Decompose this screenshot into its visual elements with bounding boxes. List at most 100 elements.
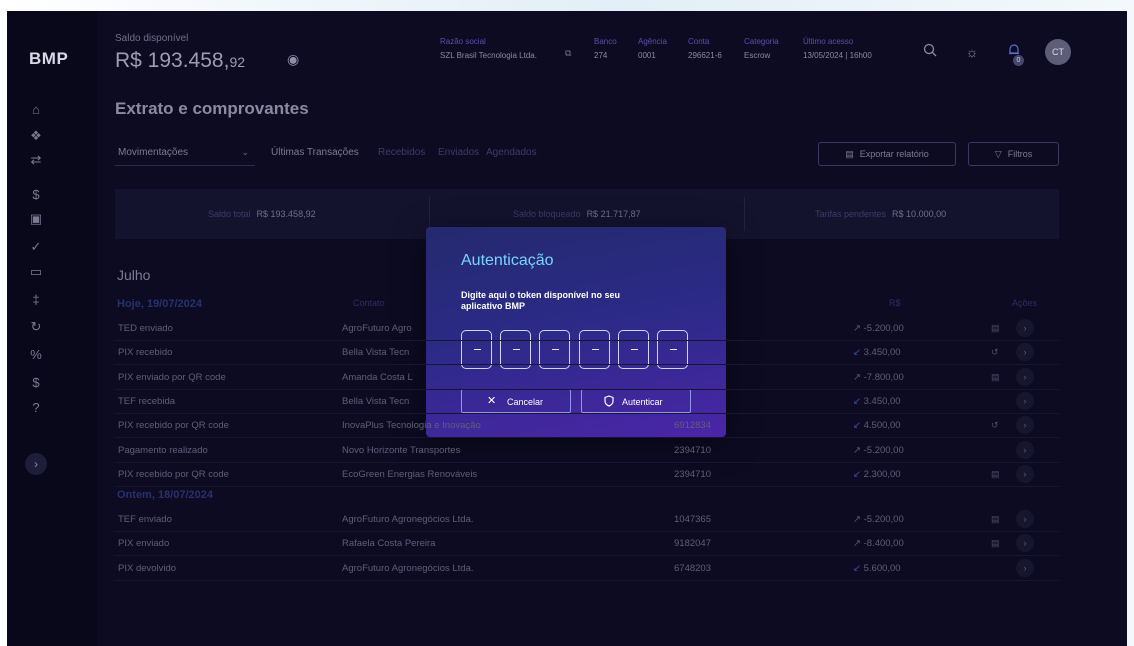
agency-value: 0001 [638, 51, 656, 60]
check-circle-icon[interactable]: ✓ [28, 239, 44, 255]
transaction-value: ↗ -8.400,00 [853, 538, 904, 549]
transaction-value: ↙ 3.450,00 [853, 396, 901, 407]
transaction-amount: 4.500,00 [863, 420, 901, 432]
tab-enviados[interactable]: Enviados [438, 147, 479, 158]
app-window: BMP ⌂ ❖ ⇄ $ ▣ ✓ ▭ ‡ ↻ % $ ? › Saldo disp… [7, 11, 1127, 646]
pending-fees: Tarifas pendentes R$ 10.000,00 [815, 209, 946, 219]
chevron-right-icon[interactable]: › [1016, 558, 1034, 577]
last-access-label: Último acesso [803, 37, 854, 46]
balance-cents: 92 [229, 54, 246, 70]
transaction-value: ↗ -7.800,00 [853, 372, 904, 383]
chevron-right-icon[interactable]: › [1016, 367, 1034, 386]
search-icon[interactable] [919, 41, 941, 63]
tab-agendados[interactable]: Agendados [486, 147, 537, 158]
percent-icon[interactable]: % [28, 347, 44, 363]
help-icon[interactable]: ? [28, 400, 44, 416]
transaction-description: TEF recebida [118, 395, 176, 407]
category-label: Categoria [744, 37, 779, 46]
chevron-right-icon[interactable]: › [1016, 319, 1034, 337]
receipt-icon[interactable]: ▤ [991, 469, 1000, 480]
sliders-icon[interactable]: ‡ [28, 292, 44, 308]
company-info: Razão social SZL Brasil Tecnologia Ltda. [440, 37, 537, 60]
expand-sidebar-button[interactable]: › [25, 453, 47, 475]
refresh-icon[interactable]: ↻ [28, 319, 44, 335]
bmp-logo: BMP [29, 49, 69, 68]
home-icon[interactable]: ⌂ [28, 102, 44, 118]
total-balance-value: R$ 193.458,92 [256, 209, 316, 219]
avatar[interactable]: CT [1045, 39, 1071, 65]
table-row[interactable]: TEF enviado AgroFuturo Agronegócios Ltda.… [115, 508, 1059, 533]
filters-button[interactable]: ▽ Filtros [968, 142, 1059, 166]
bank-value: 274 [594, 51, 608, 60]
transaction-amount: -5.200,00 [863, 514, 904, 526]
tab-recebidos[interactable]: Recebidos [378, 147, 425, 158]
transaction-contact: AgroFuturo Agro [342, 323, 412, 334]
eye-icon[interactable]: ◉ [287, 51, 303, 67]
movement-type-select[interactable]: Movimentações ⌄ [115, 142, 255, 166]
table-row[interactable]: TEF recebida Bella Vista Tecn ↙ 3.450,00 › [115, 390, 1059, 414]
sun-icon[interactable]: ☼ [961, 41, 983, 63]
table-row[interactable]: PIX enviado Rafaela Costa Pereira 9182047 ↗… [115, 532, 1059, 557]
undo-icon[interactable]: ↺ [991, 347, 999, 358]
transaction-value: ↗ -5.200,00 [853, 323, 904, 334]
transaction-document: 6748203 [674, 562, 711, 574]
balance-main: R$ 193.458, [115, 49, 230, 72]
transaction-amount: -7.800,00 [863, 371, 904, 383]
file-icon: ▤ [845, 149, 854, 159]
transaction-value: ↙ 3.450,00 [853, 347, 901, 358]
transaction-description: PIX devolvido [118, 562, 177, 574]
agency-info: Agência 0001 [638, 37, 667, 60]
table-row[interactable]: PIX recebido Bella Vista Tecn ↙ 3.450,00 ↺ › [115, 341, 1059, 366]
transaction-contact: AgroFuturo Agronegócios Ltda. [342, 562, 474, 574]
blocked-balance-value: R$ 21.717,87 [586, 209, 641, 219]
receipt-icon[interactable]: ▤ [991, 372, 1000, 383]
table-row[interactable]: PIX enviado por QR code Amanda Costa L ↗ -… [115, 366, 1059, 390]
company-value: SZL Brasil Tecnologia Ltda. [440, 51, 537, 60]
hand-coin-icon[interactable]: $ [28, 375, 44, 391]
pix-icon[interactable]: ❖ [28, 128, 44, 144]
table-row[interactable]: PIX recebido por QR code InovaPlus Tecnol… [115, 414, 1059, 439]
arrow-down-left-icon: ↙ [853, 347, 864, 359]
chevron-right-icon[interactable]: › [1016, 391, 1034, 410]
export-report-button[interactable]: ▤ Exportar relatório [818, 142, 956, 166]
chevron-right-icon[interactable]: › [1016, 416, 1034, 435]
last-access-value: 13/05/2024 | 16h00 [803, 51, 872, 60]
arrow-down-left-icon: ↙ [853, 420, 864, 432]
undo-icon[interactable]: ↺ [991, 420, 999, 431]
dollar-icon[interactable]: $ [28, 187, 44, 203]
transaction-value: ↙ 5.600,00 [853, 563, 901, 574]
notification-badge: 0 [1013, 55, 1024, 66]
arrow-up-right-icon: ↗ [853, 538, 864, 550]
copy-icon[interactable]: ⧉ [565, 48, 571, 59]
receipt-icon[interactable]: ▤ [991, 323, 1000, 334]
account-label: Conta [688, 37, 710, 46]
actions-column-header: Ações [1012, 298, 1038, 308]
arrow-down-left-icon: ↙ [853, 562, 864, 574]
chevron-right-icon[interactable]: › [1016, 343, 1034, 362]
wallet-icon[interactable]: ▣ [28, 211, 44, 227]
tab-ultimas-transacoes[interactable]: Últimas Transações [271, 147, 359, 158]
transaction-amount: 3.450,00 [863, 395, 901, 407]
arrow-up-right-icon: ↗ [853, 514, 864, 526]
card-icon[interactable]: ▭ [28, 264, 44, 280]
chevron-right-icon[interactable]: › [1016, 534, 1034, 553]
table-row[interactable]: PIX devolvido AgroFuturo Agronegócios Ltd… [115, 557, 1059, 581]
company-label: Razão social [440, 37, 486, 46]
chevron-right-icon[interactable]: › [1016, 510, 1034, 529]
sidebar: BMP ⌂ ❖ ⇄ $ ▣ ✓ ▭ ‡ ↻ % $ ? › [7, 11, 97, 646]
transaction-description: PIX enviado [118, 538, 170, 550]
chevron-right-icon[interactable]: › [1016, 440, 1034, 459]
receipt-icon[interactable]: ▤ [991, 514, 1000, 525]
transaction-document: 2394710 [674, 444, 711, 456]
table-row[interactable]: TED enviado AgroFuturo Agro ↗ -5.200,00 ▤ › [115, 317, 1059, 341]
table-row[interactable]: PIX recebido por QR code EcoGreen Energia… [115, 463, 1059, 487]
bank-info: Banco 274 [594, 37, 617, 60]
receipt-icon[interactable]: ▤ [991, 538, 1000, 549]
transaction-contact: Bella Vista Tecn [342, 395, 410, 407]
chevron-down-icon: ⌄ [241, 147, 249, 157]
pending-fees-value: R$ 10.000,00 [892, 209, 947, 219]
chevron-right-icon[interactable]: › [1016, 464, 1034, 483]
transaction-contact: Rafaela Costa Pereira [342, 538, 436, 550]
table-row[interactable]: Pagamento realizado Novo Horizonte Transp… [115, 439, 1059, 463]
transfer-icon[interactable]: ⇄ [28, 152, 44, 168]
